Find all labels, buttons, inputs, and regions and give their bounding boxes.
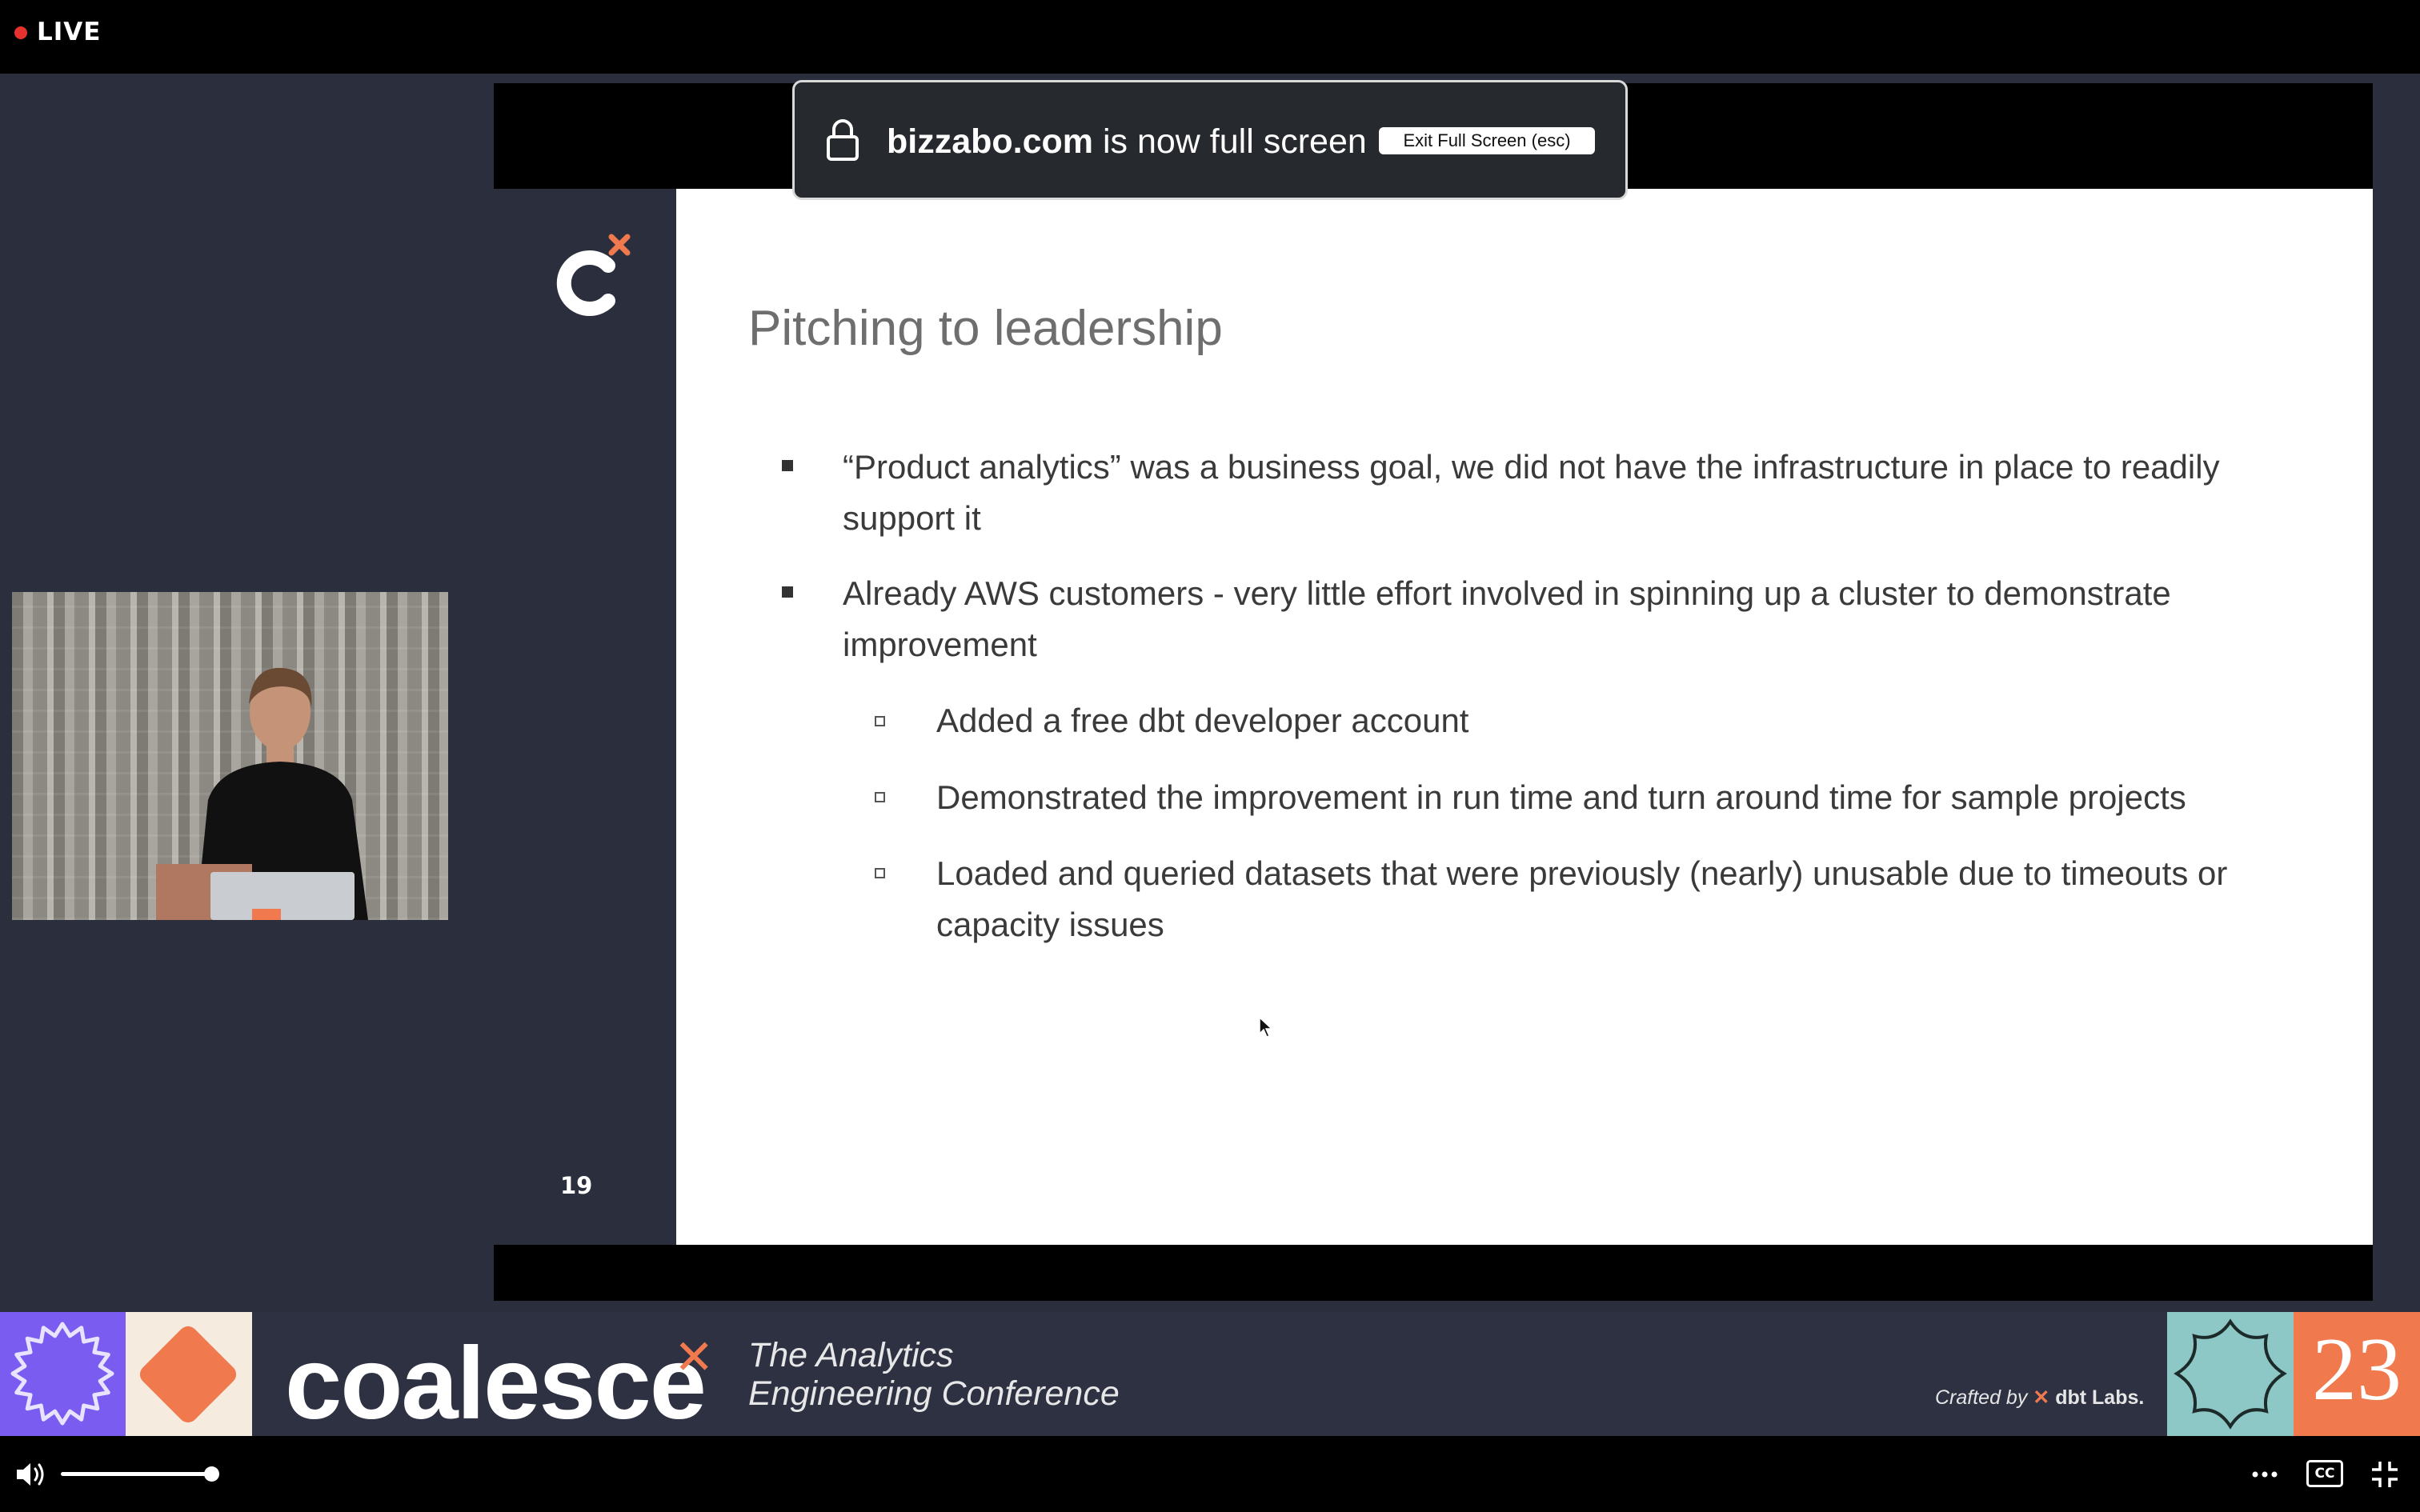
sub-bullet-marker — [875, 792, 885, 802]
volume-icon[interactable] — [14, 1460, 46, 1489]
sub-bullet-text: Added a free dbt developer account — [936, 702, 1469, 739]
volume-slider[interactable] — [61, 1472, 213, 1476]
live-label: LIVE — [37, 18, 102, 46]
banner-tile-diamond — [126, 1312, 252, 1436]
mouse-cursor-icon — [1259, 1016, 1273, 1038]
year-label: 23 — [2312, 1320, 2402, 1419]
wavy-star-icon — [2174, 1318, 2287, 1430]
bullet-marker — [782, 586, 793, 598]
sub-bullet-marker — [875, 716, 885, 726]
speaker-video[interactable] — [12, 592, 448, 920]
slide-sidebar — [494, 189, 676, 1245]
fullscreen-message: bizzabo.com is now full screen — [887, 122, 1367, 162]
sub-bullet-text: Loaded and queried datasets that were pr… — [936, 854, 2228, 943]
live-indicator-dot — [14, 26, 27, 39]
player-controls: CC — [0, 1436, 2420, 1512]
bullet-text: Already AWS customers - very little effo… — [843, 574, 2171, 663]
closed-captions-icon[interactable]: CC — [2306, 1460, 2343, 1487]
starburst-icon — [10, 1322, 114, 1426]
sub-bullet-marker — [875, 868, 885, 878]
fullscreen-notice: bizzabo.com is now full screen Exit Full… — [792, 80, 1628, 200]
crafted-by-credit: Crafted by ✕ dbt Labs. — [1935, 1386, 2145, 1409]
exit-fullscreen-icon[interactable] — [2369, 1458, 2401, 1490]
slide-title: Pitching to leadership — [748, 301, 1223, 356]
bullet-text: “Product analytics” was a business goal,… — [843, 448, 2220, 537]
coalesce-c-logo-icon — [556, 234, 631, 316]
more-options-icon[interactable] — [2249, 1460, 2281, 1489]
slide-number: 19 — [560, 1172, 593, 1199]
fullscreen-message-suffix: is now full screen — [1093, 122, 1367, 161]
dbt-x-icon: ✕ — [2033, 1386, 2050, 1409]
diamond-shape — [135, 1322, 241, 1427]
sub-bullet-text: Demonstrated the improvement in run time… — [936, 778, 2186, 816]
bullet-marker — [782, 460, 793, 471]
coalesce-wordmark: coalesce — [285, 1326, 707, 1441]
banner-tile-purple — [0, 1312, 126, 1436]
volume-slider-handle[interactable] — [204, 1466, 220, 1482]
fullscreen-host: bizzabo.com — [887, 122, 1094, 161]
lock-icon — [827, 119, 859, 161]
conference-banner: coalesce ✕ The Analytics Engineering Con… — [0, 1312, 2420, 1441]
conference-tagline: The Analytics Engineering Conference — [748, 1336, 1120, 1413]
banner-tile-teal — [2167, 1312, 2294, 1436]
top-bar: LIVE — [0, 0, 2420, 74]
coalesce-x-icon: ✕ — [674, 1330, 715, 1386]
exit-fullscreen-button[interactable]: Exit Full Screen (esc) — [1379, 127, 1595, 154]
banner-tile-year: 23 — [2294, 1312, 2420, 1436]
